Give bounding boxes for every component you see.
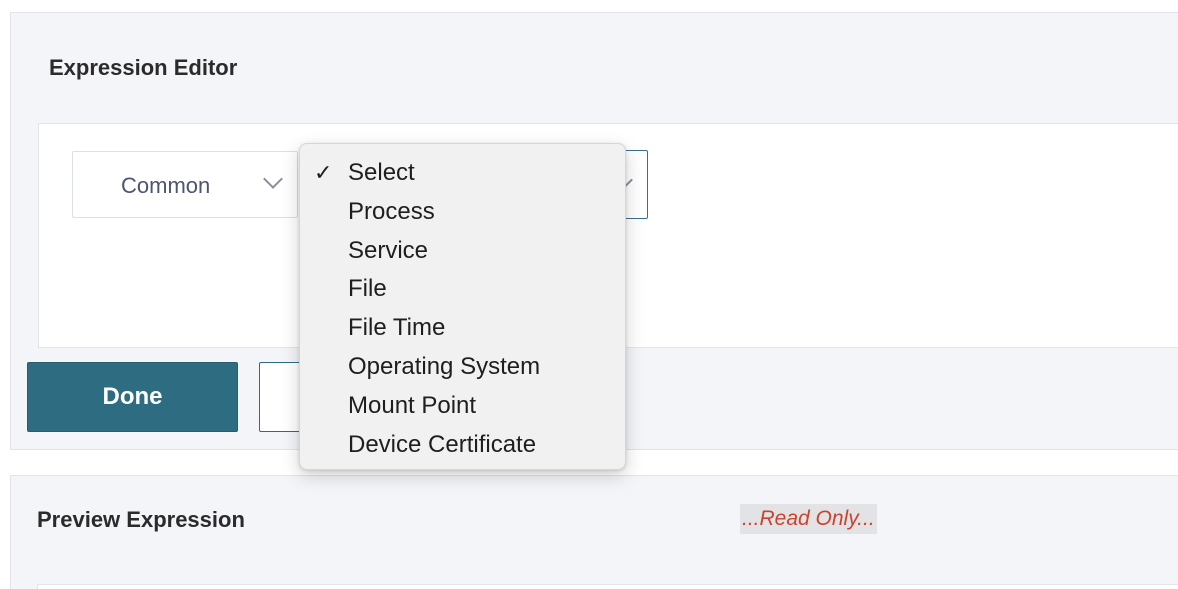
checkmark-icon: ✓ bbox=[314, 160, 333, 185]
dropdown-option-label: Process bbox=[348, 197, 435, 225]
dropdown-option-file[interactable]: File bbox=[300, 272, 625, 311]
dropdown-option-operating-system[interactable]: Operating System bbox=[300, 350, 625, 389]
dropdown-option-process[interactable]: Process bbox=[300, 195, 625, 234]
read-only-label: ...Read Only... bbox=[740, 504, 877, 534]
preview-expression-panel: Preview Expression ...Read Only... bbox=[10, 475, 1178, 589]
dropdown-option-label: Service bbox=[348, 236, 429, 264]
expression-editor-title: Expression Editor bbox=[49, 55, 238, 80]
done-button[interactable]: Done bbox=[27, 362, 238, 432]
dropdown-option-label: Select bbox=[348, 159, 415, 186]
common-select-value: Common bbox=[121, 173, 211, 198]
common-select[interactable]: Common bbox=[72, 151, 298, 218]
preview-expression-title: Preview Expression bbox=[37, 507, 245, 532]
chevron-down-icon bbox=[263, 169, 283, 189]
dropdown-option-label: Operating System bbox=[348, 352, 541, 380]
dropdown-option-service[interactable]: Service bbox=[300, 234, 625, 273]
dropdown-option-label: File bbox=[348, 275, 387, 303]
category-dropdown-menu: ✓ Select Process Service File File Time … bbox=[299, 143, 626, 470]
dropdown-option-label: Device Certificate bbox=[348, 430, 537, 458]
dropdown-option-mount-point[interactable]: Mount Point bbox=[300, 389, 625, 428]
dropdown-option-label: File Time bbox=[348, 314, 446, 342]
dropdown-option-device-certificate[interactable]: Device Certificate bbox=[300, 428, 625, 467]
dropdown-option-label: Mount Point bbox=[348, 391, 477, 419]
dropdown-option-select[interactable]: ✓ Select bbox=[300, 156, 625, 195]
dropdown-option-file-time[interactable]: File Time bbox=[300, 311, 625, 350]
preview-expression-box bbox=[37, 584, 1178, 589]
